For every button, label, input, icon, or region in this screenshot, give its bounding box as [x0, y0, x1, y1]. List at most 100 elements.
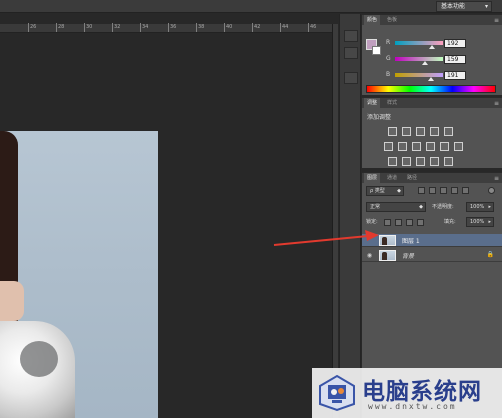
properties-icon[interactable] — [344, 47, 358, 59]
ruler-tick — [112, 23, 113, 32]
green-value-field[interactable]: 159 — [444, 55, 466, 64]
layer-row-layer1[interactable]: 图层 1 — [362, 234, 502, 247]
channel-mixer-icon[interactable] — [440, 142, 449, 151]
workspace-switcher[interactable]: 基本功能 ▾ — [436, 1, 492, 12]
panel-menu-icon[interactable]: ≡ — [494, 17, 499, 24]
photo-shoulder — [0, 281, 24, 321]
vertical-scrollbar[interactable] — [332, 24, 338, 418]
curves-icon[interactable] — [416, 127, 425, 136]
layer-row-background[interactable]: ◉ 背景 🔒 — [362, 249, 502, 262]
vibrance-icon[interactable] — [444, 127, 453, 136]
ruler-tick-label: 30 — [86, 24, 93, 30]
watermark: 电脑系统网 www.dnxtw.com — [312, 368, 502, 418]
color-panel-tabbar: 颜色 色板 ≡ — [362, 15, 502, 25]
filter-shape-icon[interactable] — [451, 187, 458, 194]
ruler-tick — [168, 23, 169, 32]
photo-filter-icon[interactable] — [426, 142, 435, 151]
layer-name[interactable]: 图层 1 — [402, 236, 420, 245]
tab-styles[interactable]: 样式 — [384, 98, 400, 108]
selective-color-icon[interactable] — [444, 157, 453, 166]
ruler-tick — [28, 23, 29, 32]
add-adjustment-title: 添加调整 — [367, 114, 392, 121]
filter-smart-object-icon[interactable] — [462, 187, 469, 194]
layer-filter-label: ρ 类型 — [370, 188, 385, 194]
black-white-icon[interactable] — [412, 142, 421, 151]
red-slider-thumb[interactable] — [429, 45, 435, 49]
lock-all-icon[interactable] — [417, 219, 424, 226]
filter-type-icon[interactable] — [440, 187, 447, 194]
lock-position-icon[interactable] — [406, 219, 413, 226]
ruler-tick — [196, 23, 197, 32]
color-balance-icon[interactable] — [398, 142, 407, 151]
color-spectrum-bar[interactable] — [366, 85, 496, 93]
red-channel-label: R — [386, 39, 391, 46]
thumbnail-figure — [382, 237, 387, 245]
color-lookup-icon[interactable] — [454, 142, 463, 151]
blue-value-field[interactable]: 191 — [444, 71, 466, 80]
blue-slider-thumb[interactable] — [428, 77, 434, 81]
ruler-tick-label: 42 — [254, 24, 261, 30]
ruler-tick — [280, 23, 281, 32]
layer-name[interactable]: 背景 — [402, 251, 414, 260]
adjustments-panel-tabbar: 调整 样式 ≡ — [362, 98, 502, 108]
thumbnail-figure — [382, 252, 387, 260]
green-channel-label: G — [386, 55, 391, 62]
blue-slider[interactable] — [395, 73, 443, 81]
chevron-down-icon: ◆ — [397, 188, 401, 194]
brightness-icon[interactable] — [388, 127, 397, 136]
filter-toggle-icon[interactable] — [488, 187, 495, 194]
red-slider[interactable] — [395, 41, 443, 49]
ruler-tick — [140, 23, 141, 32]
invert-icon[interactable] — [388, 157, 397, 166]
tab-channels[interactable]: 通道 — [384, 173, 400, 183]
background-swatch[interactable] — [372, 46, 381, 55]
lock-label: 锁定: — [366, 219, 378, 225]
photo-canvas[interactable] — [0, 131, 158, 418]
ruler-tick — [252, 23, 253, 32]
tab-swatches[interactable]: 色板 — [384, 15, 400, 25]
ruler-tick — [84, 23, 85, 32]
lock-transparent-icon[interactable] — [384, 219, 391, 226]
fill-value: 100% — [470, 219, 485, 225]
levels-icon[interactable] — [402, 127, 411, 136]
watermark-url: www.dnxtw.com — [368, 402, 457, 411]
red-value-field[interactable]: 192 — [444, 39, 466, 48]
chevron-down-icon: ▸ — [488, 219, 491, 225]
blue-channel-label: B — [386, 71, 391, 78]
layers-panel-tabbar: 图层 通道 路径 ≡ — [362, 173, 502, 183]
lock-image-icon[interactable] — [395, 219, 402, 226]
ruler-tick — [224, 23, 225, 32]
opacity-field[interactable]: 100% ▸ — [466, 202, 494, 212]
tab-paths[interactable]: 路径 — [404, 173, 420, 183]
panel-menu-icon[interactable]: ≡ — [494, 100, 499, 107]
opacity-value: 100% — [470, 204, 485, 210]
filter-adjustment-icon[interactable] — [429, 187, 436, 194]
panel-menu-icon[interactable]: ≡ — [494, 175, 499, 182]
character-icon[interactable] — [344, 72, 358, 84]
layer-filter-dropdown[interactable]: ρ 类型 ◆ — [366, 186, 404, 196]
adjustments-panel: 调整 样式 ≡ 添加调整 — [362, 97, 502, 168]
exposure-icon[interactable] — [430, 127, 439, 136]
blend-mode-dropdown[interactable]: 正常 ◆ — [366, 202, 426, 212]
posterize-icon[interactable] — [402, 157, 411, 166]
threshold-icon[interactable] — [416, 157, 425, 166]
tab-adjustments[interactable]: 调整 — [364, 98, 381, 108]
history-icon[interactable] — [344, 30, 358, 42]
tab-color[interactable]: 颜色 — [364, 15, 381, 25]
ruler-tick-label: 26 — [30, 24, 37, 30]
ruler-tick-label: 28 — [58, 24, 65, 30]
color-panel: 颜色 色板 ≡ R 192 G 159 B 191 — [362, 14, 502, 95]
fill-field[interactable]: 100% ▸ — [466, 217, 494, 227]
gradient-map-icon[interactable] — [430, 157, 439, 166]
filter-pixel-icon[interactable] — [418, 187, 425, 194]
watermark-title: 电脑系统网 — [362, 378, 482, 405]
green-slider[interactable] — [395, 57, 443, 65]
green-slider-thumb[interactable] — [422, 61, 428, 65]
tab-layers[interactable]: 图层 — [364, 173, 381, 183]
hue-saturation-icon[interactable] — [384, 142, 393, 151]
chevron-down-icon: ◆ — [419, 204, 423, 210]
ruler-tick-label: 32 — [114, 24, 121, 30]
arrow-head — [365, 230, 379, 241]
chevron-down-icon: ▾ — [484, 3, 488, 10]
arrow-shaft — [273, 235, 369, 246]
